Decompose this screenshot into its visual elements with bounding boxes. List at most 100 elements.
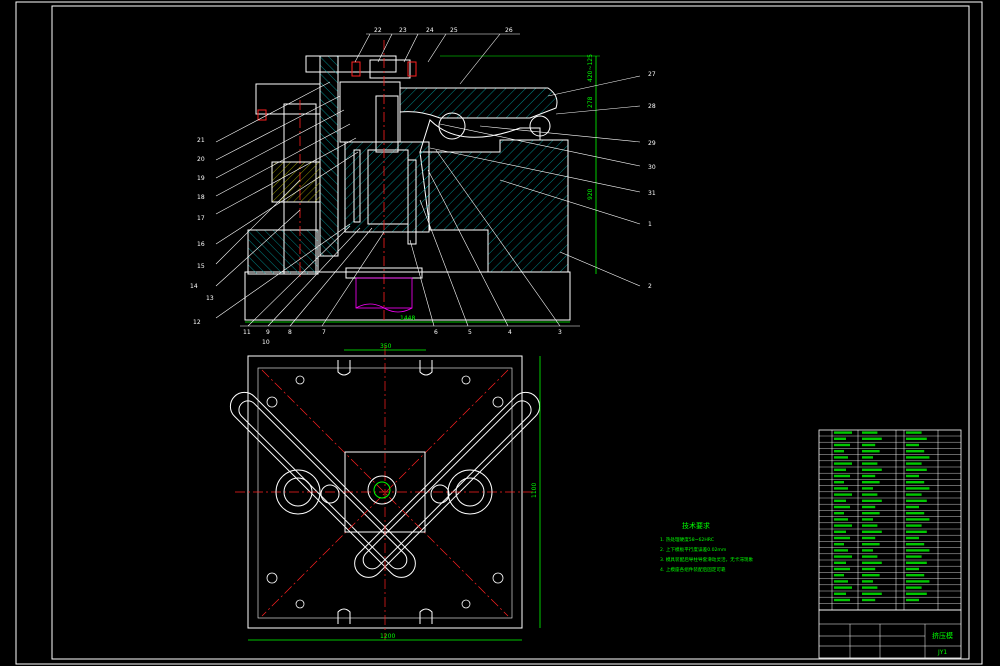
label-5: 5 xyxy=(468,329,472,336)
bom-cell-mark xyxy=(906,481,925,484)
bom-cell-mark xyxy=(862,524,878,527)
bom-cell-mark xyxy=(906,518,930,521)
bom-cell-mark xyxy=(862,561,882,564)
bom-cell-mark xyxy=(906,598,919,602)
bom-cell-mark xyxy=(862,456,873,459)
label-30: 30 xyxy=(648,164,656,171)
bom-cell-mark xyxy=(906,487,930,490)
bom-cell-mark xyxy=(834,450,844,453)
label-25: 25 xyxy=(450,27,458,34)
bom-cell-mark xyxy=(906,493,922,496)
bom-cell-mark xyxy=(906,530,927,533)
tech-req-item-4: 4. 上模座各组件装配后固定可靠 xyxy=(660,566,726,573)
bom-cell-mark xyxy=(862,505,876,509)
plan-dim-top: 350 xyxy=(380,343,392,350)
dim-top-right-a: 420~125 xyxy=(587,54,594,82)
bom-cell-mark xyxy=(906,580,930,583)
bom-cell-mark xyxy=(834,549,848,552)
label-29: 29 xyxy=(648,140,656,147)
label-14: 14 xyxy=(190,283,198,290)
bom-cell-mark xyxy=(906,474,919,478)
bom-cell-mark xyxy=(906,592,927,595)
bom-cell-mark xyxy=(834,586,852,589)
bom-cell-mark xyxy=(834,468,846,471)
bom-cell-mark xyxy=(906,437,927,440)
parts-list xyxy=(818,429,962,611)
bom-cell-mark xyxy=(834,431,852,434)
label-8: 8 xyxy=(288,329,292,336)
bom-cell-mark xyxy=(862,481,880,484)
label-17: 17 xyxy=(197,215,205,222)
bom-cell-mark xyxy=(906,567,919,571)
bom-cell-mark xyxy=(834,487,848,490)
bom-cell-mark xyxy=(906,549,930,552)
bom-cell-mark xyxy=(834,598,850,602)
bom-cell-mark xyxy=(862,574,880,577)
bom-cell-mark xyxy=(834,493,852,496)
section-view: 1448 920 420~125 278 22 23 24 25 26 27 2… xyxy=(190,27,656,346)
label-19: 19 xyxy=(197,175,205,182)
bom-cell-mark xyxy=(862,431,878,434)
tech-req-title: 技术要求 xyxy=(682,521,710,530)
bom-cell-mark xyxy=(834,567,850,571)
bom-cell-mark xyxy=(862,543,880,546)
bom-cell-mark xyxy=(834,505,850,509)
bom-cell-mark xyxy=(862,474,876,478)
label-31: 31 xyxy=(648,190,656,197)
tech-req-item-1: 1. 热处理硬度58~62HRC xyxy=(660,536,714,543)
label-28: 28 xyxy=(648,103,656,110)
bom-cell-mark xyxy=(834,437,846,440)
technical-requirements: 技术要求 1. 热处理硬度58~62HRC 2. 上下模板平行度误差0.02mm… xyxy=(660,521,754,573)
label-18: 18 xyxy=(197,194,205,201)
bom-cell-mark xyxy=(906,586,922,589)
bom-cell-mark xyxy=(862,437,882,440)
label-15: 15 xyxy=(197,263,205,270)
bom-cell-mark xyxy=(862,493,878,496)
bom-cell-mark xyxy=(862,518,873,521)
bom-cell-mark xyxy=(834,592,846,595)
bom-cell-mark xyxy=(862,580,873,583)
bom-cell-mark xyxy=(906,499,927,502)
bom-cell-mark xyxy=(862,536,876,540)
bom-cell-mark xyxy=(834,518,848,521)
label-3: 3 xyxy=(558,329,562,336)
bom-cell-mark xyxy=(862,592,882,595)
drawing-sheet: 1448 920 420~125 278 22 23 24 25 26 27 2… xyxy=(15,1,983,665)
bom-cell-mark xyxy=(906,561,927,564)
bom-cell-mark xyxy=(834,481,844,484)
bom-cell-mark xyxy=(906,543,925,546)
label-22: 22 xyxy=(374,27,382,34)
bom-cell-mark xyxy=(862,586,878,589)
title-block: 挤压模 JY1 xyxy=(818,609,962,659)
plan-dim-bottom: 1200 xyxy=(380,633,395,640)
bom-cell-mark xyxy=(862,567,876,571)
bom-cell-mark xyxy=(906,431,922,434)
label-13: 13 xyxy=(206,295,214,302)
bom-cell-mark xyxy=(906,555,922,558)
bom-cell-mark xyxy=(862,468,882,471)
bom-cell-mark xyxy=(834,536,850,540)
bom-cell-mark xyxy=(906,536,919,540)
bom-cell-mark xyxy=(834,456,848,459)
bom-cell-mark xyxy=(834,443,850,447)
label-24: 24 xyxy=(426,27,434,34)
bom-cell-mark xyxy=(834,499,846,502)
bom-cell-mark xyxy=(906,456,930,459)
drawing-code: JY1 xyxy=(937,649,947,656)
dim-width-label: 1448 xyxy=(400,315,415,322)
bom-cell-mark xyxy=(862,598,876,602)
bom-cell-mark xyxy=(862,549,873,552)
bom-cell-mark xyxy=(906,468,927,471)
bom-cell-mark xyxy=(834,580,848,583)
label-12: 12 xyxy=(193,319,201,326)
bom-cell-mark xyxy=(906,512,925,515)
label-2: 2 xyxy=(648,283,652,290)
bom-cell-mark xyxy=(834,474,850,478)
bom-cell-mark xyxy=(834,530,846,533)
plan-view: 350 1200 1100 xyxy=(229,343,541,641)
bom-cell-mark xyxy=(862,530,882,533)
bom-cell-mark xyxy=(862,450,880,453)
bom-cell-mark xyxy=(862,499,882,502)
label-23: 23 xyxy=(399,27,407,34)
label-4: 4 xyxy=(508,329,512,336)
